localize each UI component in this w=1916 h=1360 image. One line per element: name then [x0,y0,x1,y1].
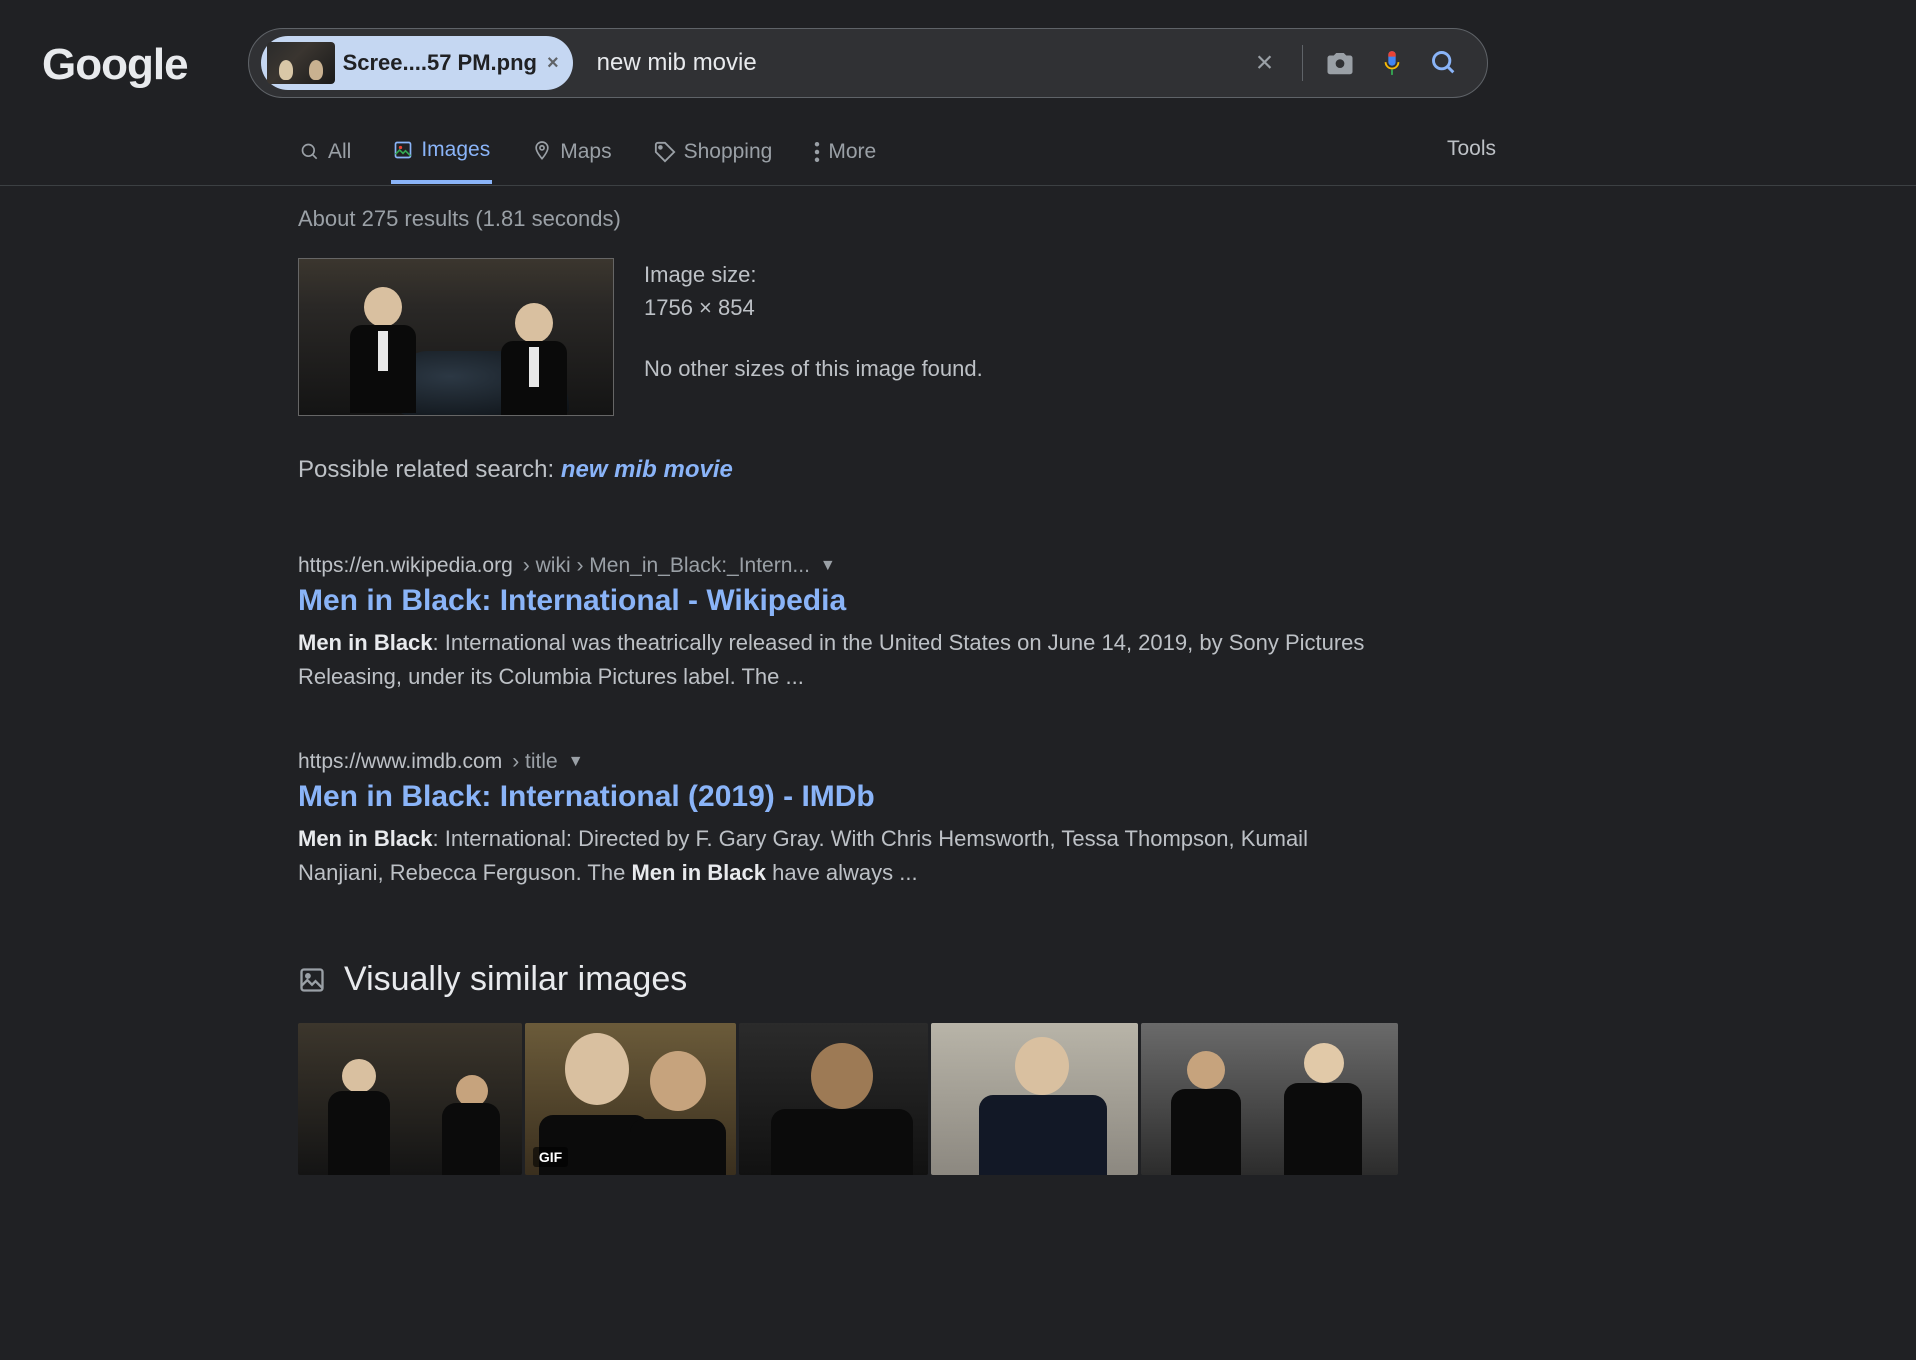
result-snippet: Men in Black: International was theatric… [298,626,1398,694]
pin-icon [532,140,552,164]
similar-image[interactable] [739,1023,928,1175]
image-chip[interactable]: Scree....57 PM.png × [261,36,573,90]
tab-images-label: Images [421,138,490,162]
search-icon[interactable] [1429,48,1459,78]
tools-button[interactable]: Tools [1447,137,1496,175]
cite-dropdown-icon[interactable]: ▼ [820,557,836,575]
result-cite[interactable]: https://en.wikipedia.org › wiki › Men_in… [298,554,1398,578]
search-result: https://en.wikipedia.org › wiki › Men_in… [298,554,1398,694]
search-input[interactable] [573,49,1250,77]
chip-remove-icon[interactable]: × [547,52,559,75]
images-icon [393,140,413,160]
chip-thumbnail [267,42,335,84]
no-other-sizes: No other sizes of this image found. [644,352,983,385]
tab-all-label: All [328,140,351,164]
tag-icon [654,141,676,163]
visually-similar-heading: Visually similar images [344,960,687,999]
search-bar: Scree....57 PM.png × × [248,28,1488,98]
similar-image[interactable] [298,1023,522,1175]
cite-path: › wiki › Men_in_Black:_Intern... [523,554,810,578]
cite-dropdown-icon[interactable]: ▼ [568,753,584,771]
tab-maps-label: Maps [560,140,611,164]
related-search: Possible related search: new mib movie [298,456,1398,484]
cite-domain: https://en.wikipedia.org [298,554,513,578]
divider [1302,45,1303,81]
result-stats: About 275 results (1.81 seconds) [298,206,1398,232]
chip-filename: Scree....57 PM.png [343,50,537,76]
tab-maps[interactable]: Maps [530,128,613,184]
more-icon [814,142,820,162]
tab-more[interactable]: More [812,128,878,184]
result-title[interactable]: Men in Black: International - Wikipedia [298,584,1398,618]
result-cite[interactable]: https://www.imdb.com › title ▼ [298,750,1398,774]
camera-icon[interactable] [1325,48,1355,78]
clear-icon[interactable]: × [1250,48,1280,78]
tab-shopping[interactable]: Shopping [652,128,775,184]
tab-more-label: More [828,140,876,164]
images-outline-icon [298,966,326,994]
google-logo[interactable]: Google [42,36,188,90]
cite-path: › title [512,750,558,774]
gif-badge: GIF [533,1147,568,1167]
search-small-icon [300,142,320,162]
tab-images[interactable]: Images [391,128,492,184]
tab-shopping-label: Shopping [684,140,773,164]
tabs-divider [0,185,1916,186]
similar-image[interactable] [931,1023,1138,1175]
related-label: Possible related search: [298,456,561,483]
image-size-label: Image size: [644,258,983,291]
similar-image[interactable] [1141,1023,1398,1175]
image-size-value: 1756 × 854 [644,291,983,324]
result-title[interactable]: Men in Black: International (2019) - IMD… [298,780,1398,814]
search-result: https://www.imdb.com › title ▼ Men in Bl… [298,750,1398,890]
mic-icon[interactable] [1377,48,1407,78]
related-link[interactable]: new mib movie [561,456,733,483]
result-snippet: Men in Black: International: Directed by… [298,822,1398,890]
tab-all[interactable]: All [298,128,353,184]
similar-images-row: GIF [298,1023,1398,1175]
source-image[interactable] [298,258,614,416]
similar-image[interactable]: GIF [525,1023,736,1175]
cite-domain: https://www.imdb.com [298,750,502,774]
